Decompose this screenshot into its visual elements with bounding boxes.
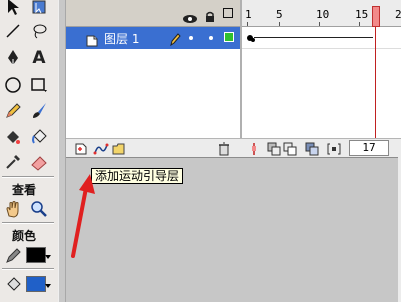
fill-color-swatch[interactable]	[26, 276, 46, 292]
frame-row[interactable]	[242, 27, 401, 49]
ruler-tick	[359, 22, 360, 26]
fill-color-dropdown-icon[interactable]	[45, 284, 51, 288]
eyedropper-tool-icon[interactable]	[2, 151, 24, 173]
layer-row[interactable]: 图层 1	[66, 27, 240, 49]
frame-number: 15	[355, 8, 369, 21]
tools-panel: A 查看 颜色	[0, 0, 59, 302]
outline-toggle-icon[interactable]	[223, 8, 233, 18]
zoom-tool-icon[interactable]	[28, 198, 50, 220]
show-hide-eye-icon[interactable]	[182, 9, 198, 28]
playhead-icon[interactable]	[372, 6, 380, 27]
visibility-dot-icon[interactable]	[189, 36, 193, 40]
frame-number: 2	[395, 8, 401, 21]
lock-dot-icon[interactable]	[209, 36, 213, 40]
tools-divider	[2, 176, 54, 178]
ruler-tick	[247, 22, 248, 26]
tools-divider-2	[2, 222, 54, 224]
edit-pencil-icon	[169, 31, 181, 50]
hand-tool-icon[interactable]	[2, 198, 24, 220]
current-frame-field[interactable]: 17	[349, 140, 389, 156]
lasso-tool-icon[interactable]	[28, 20, 50, 42]
timeline-panel: 1 5 10 15 2 图层 1 17	[66, 0, 401, 157]
brush-tool-icon[interactable]	[28, 100, 50, 122]
ruler-tick	[279, 22, 280, 26]
frame-number: 5	[276, 8, 283, 21]
stroke-color-swatch[interactable]	[26, 247, 46, 263]
view-section-label: 查看	[11, 183, 36, 197]
oval-tool-icon[interactable]	[2, 74, 24, 96]
timeline-bottom-bar: 17	[66, 138, 401, 157]
frame-span-line	[254, 37, 373, 38]
panel-splitter[interactable]	[58, 0, 66, 302]
lock-icon[interactable]	[205, 8, 215, 27]
stroke-color-pencil-icon	[2, 245, 24, 267]
pen-tool-icon[interactable]	[2, 47, 24, 69]
colors-section-label: 颜色	[11, 229, 36, 243]
ruler-tick	[319, 22, 320, 26]
ink-bottle-tool-icon[interactable]	[2, 126, 24, 148]
layer-page-icon	[86, 32, 98, 51]
pencil-tool-icon[interactable]	[2, 100, 24, 122]
rectangle-tool-icon[interactable]	[28, 74, 50, 96]
outline-color-icon[interactable]	[224, 32, 234, 42]
text-tool-icon[interactable]: A	[28, 47, 50, 69]
fill-color-bucket-icon	[2, 274, 24, 296]
tools-divider-3	[2, 268, 54, 270]
frame-number: 1	[245, 8, 252, 21]
annotation-arrow-icon	[71, 174, 95, 258]
layer-header	[66, 0, 240, 27]
frame-number: 10	[316, 8, 330, 21]
arrow-tool-icon[interactable]	[2, 0, 24, 18]
frame-dot-icon	[251, 38, 255, 42]
line-tool-icon[interactable]	[2, 20, 24, 42]
stroke-color-dropdown-icon[interactable]	[45, 255, 51, 259]
paint-bucket-tool-icon[interactable]	[28, 126, 50, 148]
timeline-divider[interactable]	[240, 0, 242, 157]
subselect-tool-icon[interactable]	[28, 0, 50, 18]
layer-name[interactable]: 图层 1	[104, 30, 139, 47]
eraser-tool-icon[interactable]	[28, 151, 50, 173]
